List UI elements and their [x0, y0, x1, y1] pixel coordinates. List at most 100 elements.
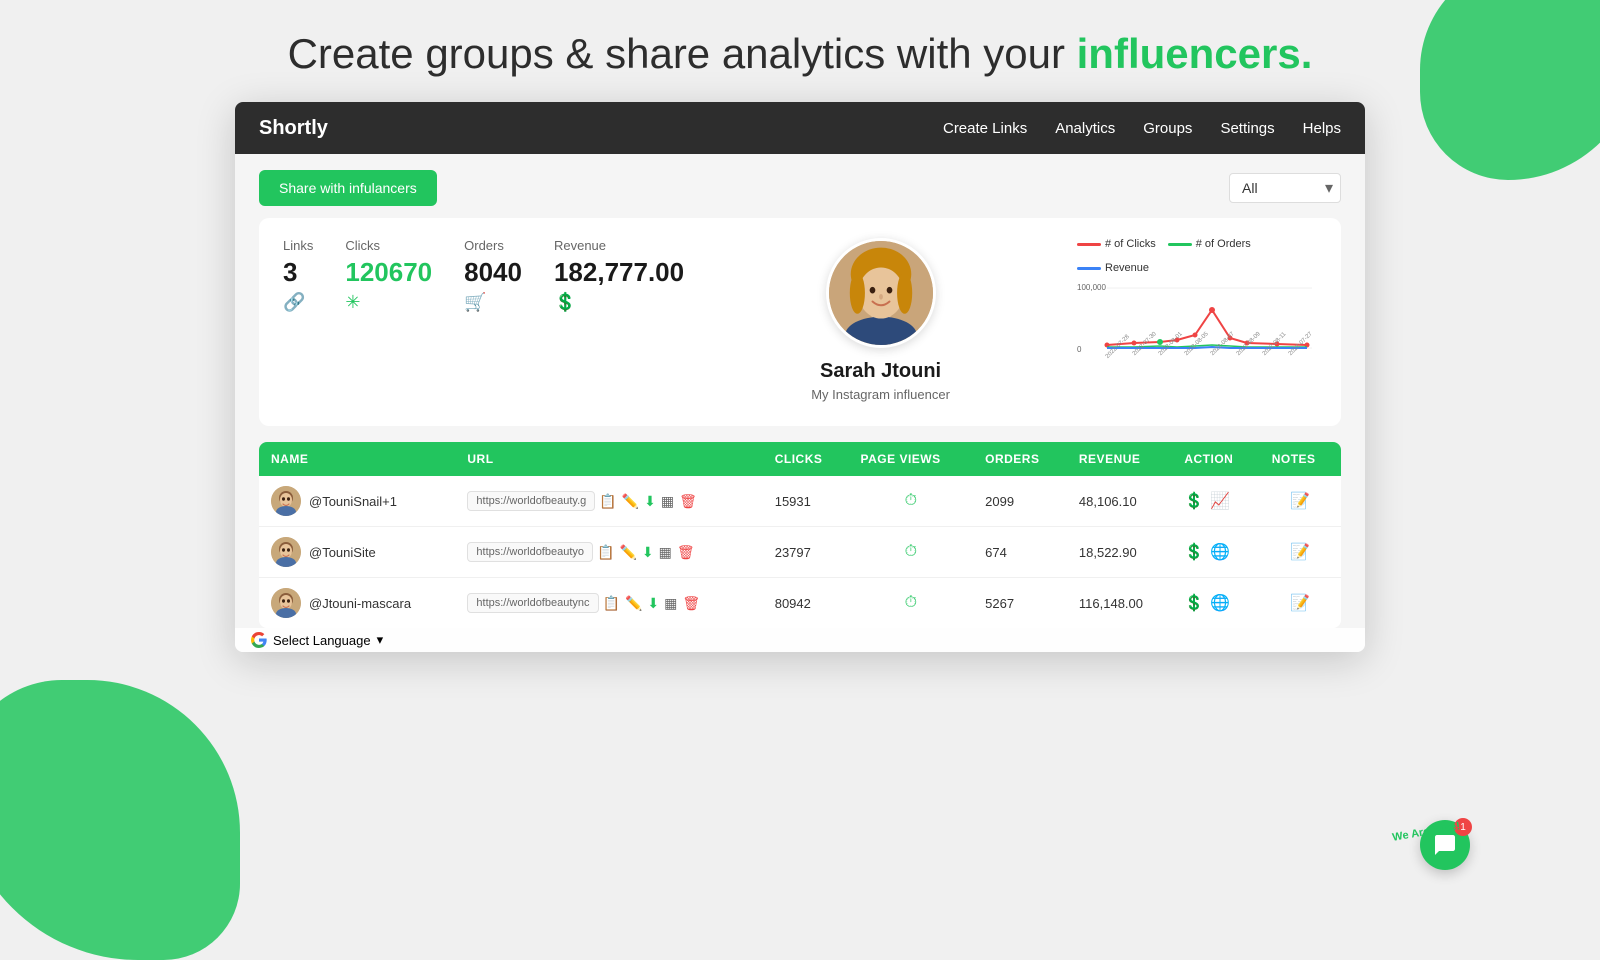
page-wrapper: Create groups & share analytics with you… — [0, 0, 1600, 900]
pageviews-icon-1: ⏱ — [905, 543, 917, 560]
download-icon-1[interactable]: ⬇ — [642, 544, 654, 561]
copy-icon-0[interactable]: 📋 — [599, 493, 616, 510]
nav-brand: Shortly — [259, 117, 328, 140]
stat-links-label: Links — [283, 238, 313, 253]
download-icon-2[interactable]: ⬇ — [647, 595, 659, 612]
filter-select[interactable]: All This Month Last Month Custom — [1229, 173, 1341, 203]
cell-name-2: @Jtouni-mascara — [259, 578, 455, 629]
top-controls: Share with infulancers All This Month La… — [259, 170, 1341, 206]
edit-icon-1[interactable]: ✏️ — [619, 544, 636, 561]
svg-text:100,000: 100,000 — [1077, 283, 1106, 292]
nav-link-create-links[interactable]: Create Links — [943, 120, 1027, 137]
edit-icon-0[interactable]: ✏️ — [622, 493, 639, 510]
legend-orders: # of Orders — [1168, 238, 1251, 250]
revenue-action-dollar-2[interactable]: 💲 — [1184, 593, 1204, 613]
delete-icon-1[interactable]: 🗑 — [677, 544, 695, 561]
revenue-action-dollar-1[interactable]: 💲 — [1184, 542, 1204, 562]
stat-clicks-value: 120670 — [345, 257, 432, 288]
row-username-1: @TouniSite — [309, 545, 376, 560]
cell-notes-0: 📝 — [1260, 476, 1341, 527]
svg-text:2022-08-07: 2022-08-07 — [1210, 331, 1236, 357]
cell-action-1: 💲 🌐 — [1172, 527, 1259, 578]
cell-clicks-1: 23797 — [763, 527, 849, 578]
cell-url-1: https://worldofbeautyo 📋 ✏️ ⬇ ▦ 🗑 — [455, 527, 762, 578]
legend-clicks-label: # of Clicks — [1105, 238, 1156, 250]
cell-pageviews-2: ⏱ — [849, 578, 974, 629]
qr-icon-0[interactable]: ▦ — [661, 493, 674, 510]
legend-revenue-line — [1077, 267, 1101, 270]
svg-text:0: 0 — [1077, 345, 1082, 354]
cell-pageviews-1: ⏱ — [849, 527, 974, 578]
pageviews-icon-0: ⏱ — [905, 492, 917, 509]
google-icon — [251, 632, 267, 648]
col-page-views: PAGE VIEWS — [849, 442, 974, 476]
row-username-0: @TouniSnail+1 — [309, 494, 397, 509]
profile-center: Sarah Jtouni My Instagram influencer — [704, 238, 1057, 402]
notes-edit-icon-0[interactable]: 📝 — [1290, 493, 1310, 510]
legend-orders-label: # of Orders — [1196, 238, 1251, 250]
click-icon: ✳ — [345, 292, 360, 313]
delete-icon-2[interactable]: 🗑 — [682, 595, 700, 612]
legend-clicks: # of Clicks — [1077, 238, 1156, 250]
notes-edit-icon-1[interactable]: 📝 — [1290, 544, 1310, 561]
row-username-2: @Jtouni-mascara — [309, 596, 411, 611]
cell-clicks-2: 80942 — [763, 578, 849, 629]
pageviews-icon-2: ⏱ — [905, 594, 917, 611]
link-icon: 🔗 — [283, 292, 305, 313]
qr-icon-2[interactable]: ▦ — [664, 595, 677, 612]
language-label: Select Language — [273, 633, 371, 648]
share-button[interactable]: Share with infulancers — [259, 170, 437, 206]
chart-area: # of Clicks # of Orders Revenue — [1077, 238, 1317, 375]
stat-orders-label: Orders — [464, 238, 504, 253]
cell-action-0: 💲 📈 — [1172, 476, 1259, 527]
nav-link-settings[interactable]: Settings — [1220, 120, 1274, 137]
revenue-action-second-0[interactable]: 📈 — [1210, 491, 1230, 511]
profile-avatar-svg — [829, 238, 933, 348]
cell-url-2: https://worldofbeautync 📋 ✏️ ⬇ ▦ 🗑 — [455, 578, 762, 629]
chart-svg-container: 100,000 0 — [1077, 280, 1317, 375]
top-nav: Shortly Create Links Analytics Groups Se… — [235, 102, 1365, 154]
delete-icon-0[interactable]: 🗑 — [679, 493, 697, 510]
copy-icon-1[interactable]: 📋 — [597, 544, 614, 561]
nav-link-groups[interactable]: Groups — [1143, 120, 1192, 137]
cell-orders-0: 2099 — [973, 476, 1067, 527]
col-action: ACTION — [1172, 442, 1259, 476]
stats-card: Links 3 🔗 Clicks 120670 ✳ Orders 8040 🛒 — [259, 218, 1341, 426]
cell-revenue-2: 116,148.00 — [1067, 578, 1172, 629]
copy-icon-2[interactable]: 📋 — [603, 595, 620, 612]
edit-icon-2[interactable]: ✏️ — [625, 595, 642, 612]
legend-revenue-label: Revenue — [1105, 262, 1149, 274]
qr-icon-1[interactable]: ▦ — [659, 544, 672, 561]
nav-link-helps[interactable]: Helps — [1303, 120, 1341, 137]
col-notes: NOTES — [1260, 442, 1341, 476]
stat-revenue-value: 182,777.00 — [554, 257, 684, 288]
filter-wrapper: All This Month Last Month Custom — [1229, 173, 1341, 203]
nav-link-analytics[interactable]: Analytics — [1055, 120, 1115, 137]
data-table: NAME URL CLICKS PAGE VIEWS ORDERS REVENU… — [259, 442, 1341, 628]
row-avatar-1 — [271, 537, 301, 567]
url-text-1: https://worldofbeautyo — [467, 542, 593, 562]
download-icon-0[interactable]: ⬇ — [644, 493, 656, 510]
avatar-container — [826, 238, 936, 348]
cell-revenue-0: 48,106.10 — [1067, 476, 1172, 527]
cell-pageviews-0: ⏱ — [849, 476, 974, 527]
legend-orders-line — [1168, 243, 1192, 246]
stat-clicks: Clicks 120670 ✳ — [345, 238, 432, 313]
hero-title: Create groups & share analytics with you… — [288, 30, 1313, 78]
stat-orders-value: 8040 — [464, 257, 522, 288]
notes-edit-icon-2[interactable]: 📝 — [1290, 595, 1310, 612]
cell-action-2: 💲 🌐 — [1172, 578, 1259, 629]
revenue-action-second-2[interactable]: 🌐 — [1210, 593, 1230, 613]
url-text-0: https://worldofbeauty.g — [467, 491, 595, 511]
table-row: @TouniSite https://worldofbeautyo 📋 ✏️ ⬇… — [259, 527, 1341, 578]
language-dropdown-arrow[interactable]: ▾ — [377, 632, 384, 648]
col-url: URL — [455, 442, 762, 476]
revenue-action-dollar-0[interactable]: 💲 — [1184, 491, 1204, 511]
revenue-icon: 💲 — [554, 292, 576, 313]
url-actions-2: 📋 ✏️ ⬇ ▦ 🗑 — [603, 595, 701, 612]
footer-bar: Select Language ▾ — [235, 628, 1365, 652]
cell-name-0: @TouniSnail+1 — [259, 476, 455, 527]
cell-name-1: @TouniSite — [259, 527, 455, 578]
url-actions-0: 📋 ✏️ ⬇ ▦ 🗑 — [599, 493, 697, 510]
revenue-action-second-1[interactable]: 🌐 — [1210, 542, 1230, 562]
